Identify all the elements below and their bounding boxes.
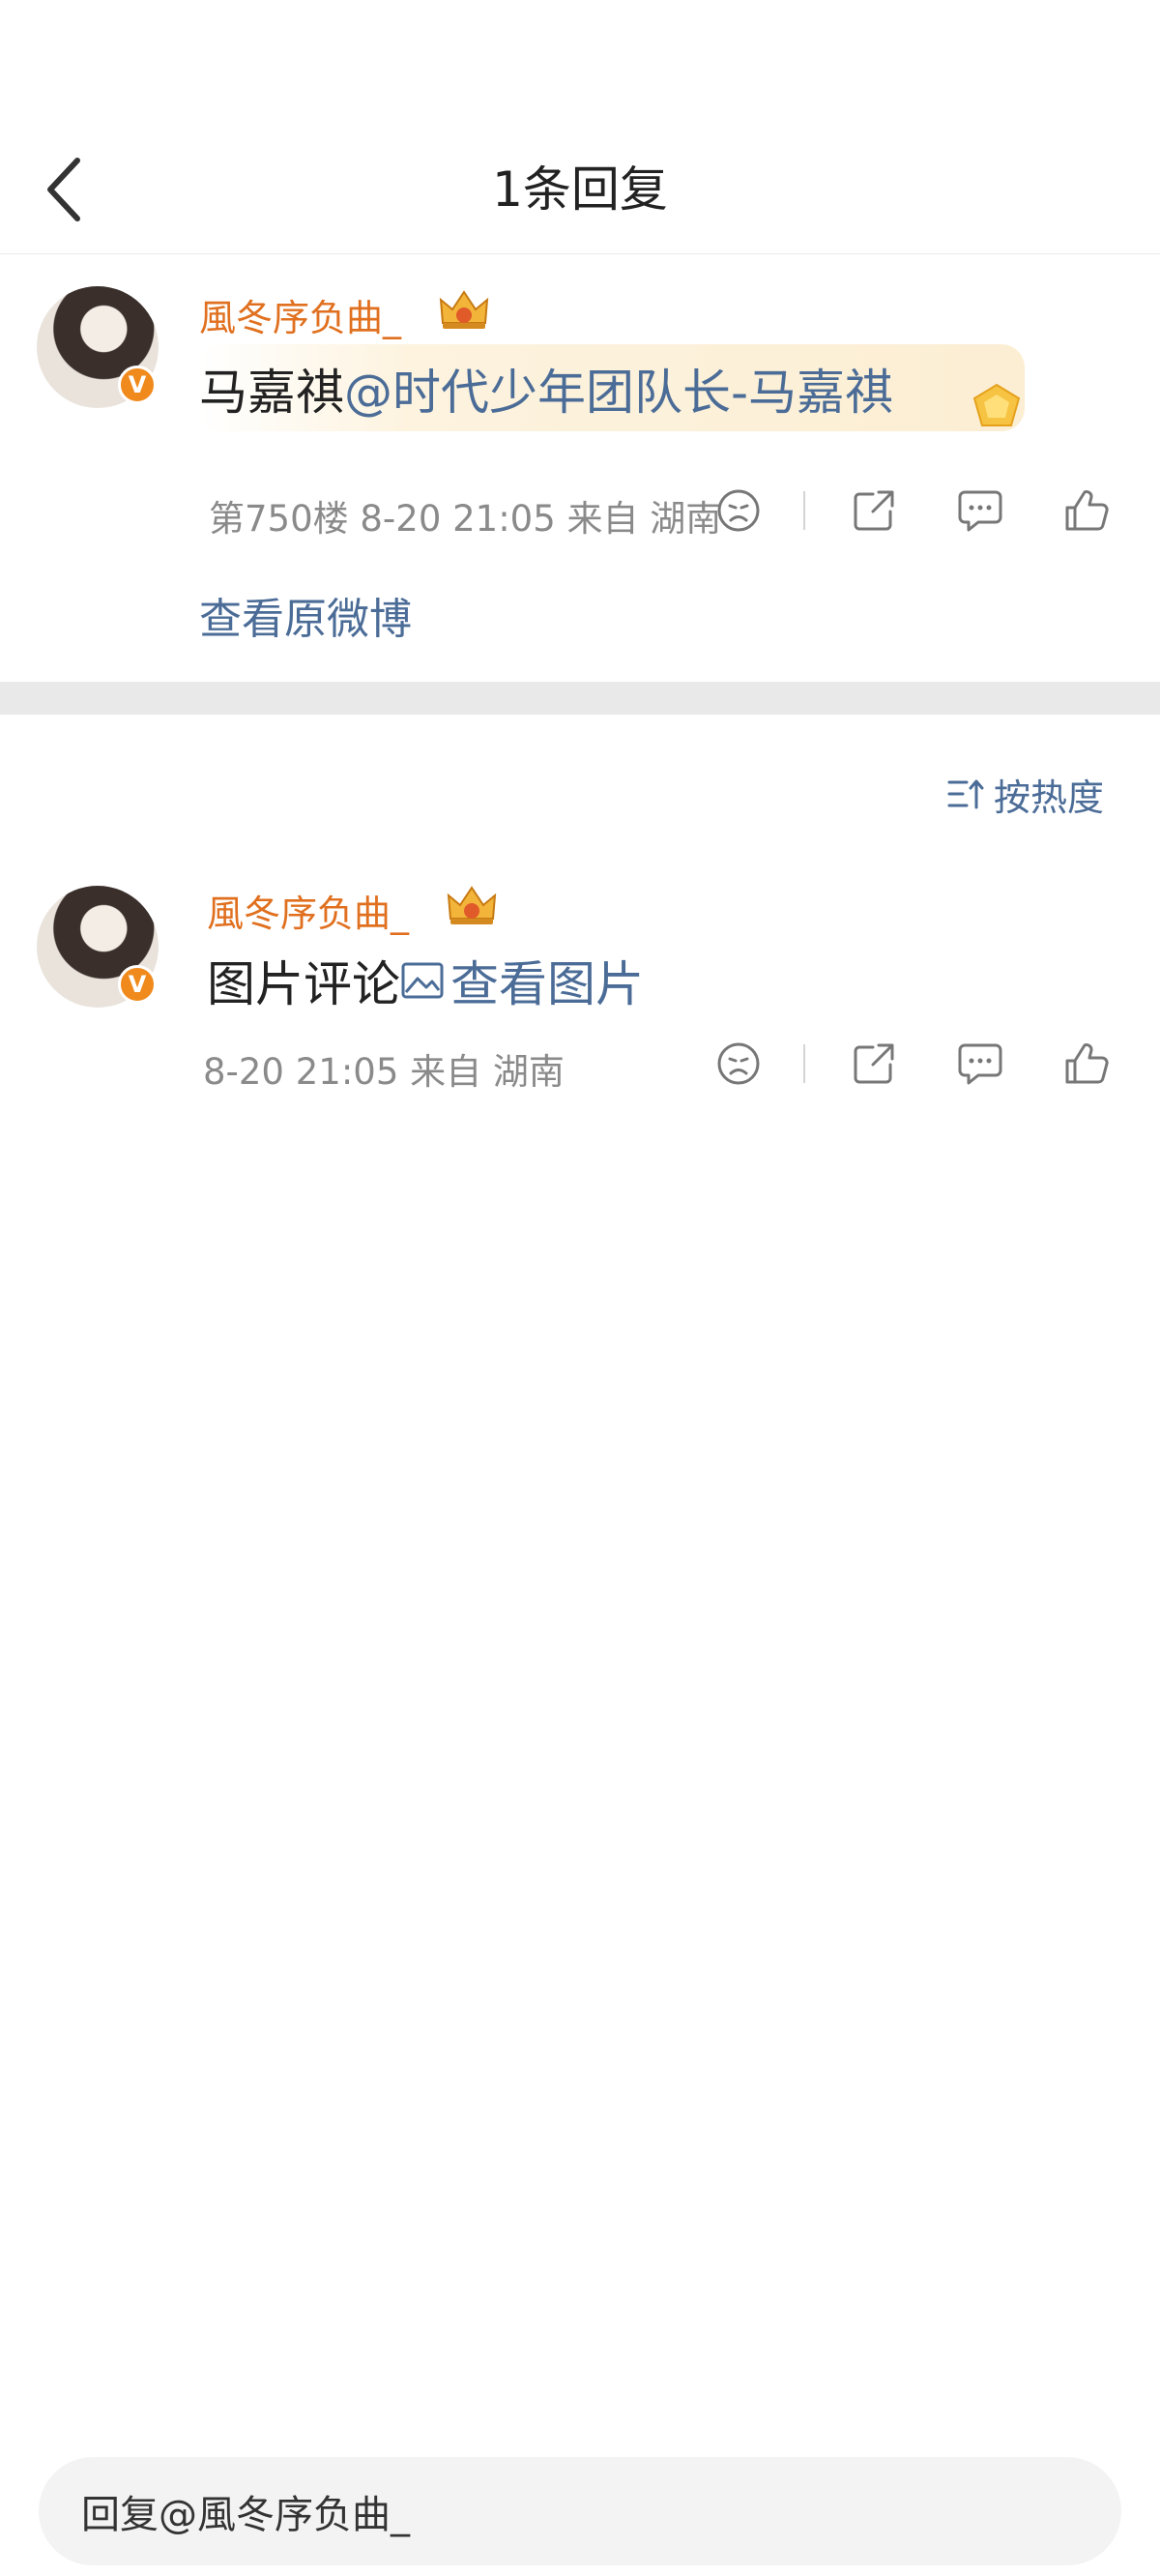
like-button[interactable] [1059,483,1114,538]
reply-input-field[interactable]: 回复@風冬序负曲_ [39,2457,1121,2565]
share-button[interactable] [847,483,901,538]
back-button[interactable] [35,155,93,224]
comment-text: 马嘉祺@时代少年团队长-马嘉祺 [199,354,893,424]
reply-dislike-button[interactable] [711,1037,766,1091]
comment-icon [958,1043,1002,1085]
mention-link[interactable]: @时代少年团队长-马嘉祺 [344,365,893,421]
section-separator [0,682,1160,715]
sort-label: 按热度 [994,776,1105,819]
share-icon [854,1043,894,1084]
username[interactable]: 風冬序负曲_ [199,288,401,341]
crown-badge-icon [439,290,489,329]
page-title: 1条回复 [492,161,668,218]
like-icon [1065,490,1109,531]
reply-like-button[interactable] [1059,1037,1114,1091]
comment-icon [958,490,1002,532]
reply-share-button[interactable] [847,1037,901,1091]
coin-sparkle-icon [972,383,1021,426]
reply-username[interactable]: 風冬序负曲_ [207,884,409,937]
crown-badge-icon [447,886,497,924]
reply-text: 图片评论 查看图片 [207,946,644,1015]
dislike-face-icon [717,489,760,532]
reply-meta: 8-20 21:05 来自 湖南 [203,1051,565,1093]
view-original-weibo-link[interactable]: 查看原微博 [199,584,412,646]
reply-avatar[interactable]: V [37,886,159,1008]
sort-icon [947,779,984,809]
dislike-button[interactable] [711,483,766,538]
avatar[interactable]: V [37,286,159,408]
comment-plain-text: 马嘉祺 [199,365,344,421]
reply-plain-text: 图片评论 [207,956,400,1012]
image-icon [401,962,444,999]
dislike-face-icon [717,1042,760,1085]
share-icon [854,490,894,531]
verified-v-icon: V [118,366,157,404]
reply-comment-button[interactable] [953,1037,1007,1091]
action-divider [803,1044,805,1083]
top-bar: 1条回复 [0,126,1160,254]
verified-v-icon: V [118,965,157,1004]
view-image-label: 查看图片 [450,956,644,1012]
reply-input-placeholder: 回复@風冬序负曲_ [81,2493,410,2537]
comment-meta: 第750楼 8-20 21:05 来自 湖南 [209,498,722,540]
sort-by-hot-button[interactable]: 按热度 [947,769,1104,819]
like-icon [1065,1043,1109,1084]
action-divider [803,491,805,530]
view-image-link[interactable]: 查看图片 [400,946,644,1015]
back-arrow-icon [47,158,80,221]
comment-button[interactable] [953,483,1007,538]
